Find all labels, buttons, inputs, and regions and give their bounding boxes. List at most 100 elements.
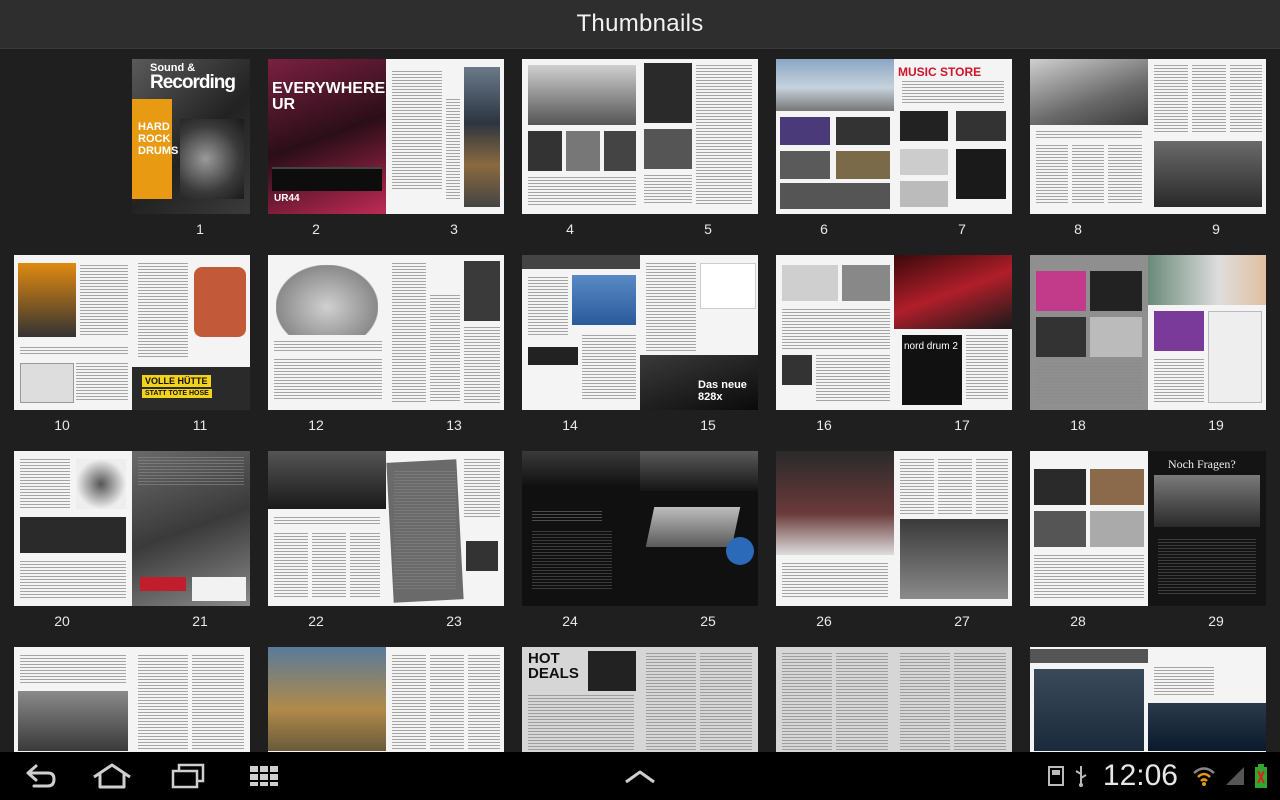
battery-charging-icon: [1255, 764, 1267, 788]
spread-17[interactable]: [268, 647, 504, 752]
page-number-11: 11: [192, 417, 208, 433]
page-number-29: 29: [1208, 613, 1224, 629]
page-number-14: 14: [562, 417, 578, 433]
back-icon: [26, 764, 56, 788]
spread-7[interactable]: 12 13: [268, 255, 504, 443]
recent-apps-button[interactable]: [160, 760, 216, 792]
spread-18[interactable]: HOT DEALS: [522, 647, 758, 752]
page-thumbnail-4[interactable]: [522, 59, 640, 214]
p6-store-name: MUSIC STORE: [898, 65, 982, 79]
spread-19[interactable]: [776, 647, 1012, 752]
page-number-9: 9: [1212, 221, 1220, 237]
page-number-28: 28: [1070, 613, 1086, 629]
page-number-12: 12: [308, 417, 324, 433]
spread-2[interactable]: EVERYWHERE UR UR44 2 3: [268, 59, 504, 247]
p34-heading: HOT DEALS: [528, 650, 579, 682]
page-thumbnail-11[interactable]: VOLLE HÜTTE STATT TOTE HOSE: [132, 255, 250, 410]
page-thumbnail-32[interactable]: [268, 647, 386, 752]
p17-model: nord drum 2: [904, 341, 958, 352]
thumbnail-grid[interactable]: Sound & Recording HARD ROCK DRUMS 1 EVER…: [0, 48, 1280, 752]
p2-headline: EVERYWHERE UR: [272, 80, 386, 113]
spread-8[interactable]: Das neue 828x 14 15: [522, 255, 758, 443]
signal-icon: [1226, 767, 1244, 785]
page-thumbnail-31[interactable]: [132, 647, 250, 752]
page-thumbnail-30[interactable]: [14, 647, 132, 752]
spread-4[interactable]: MUSIC STORE 6 7: [776, 59, 1012, 247]
page-thumbnail-15[interactable]: Das neue 828x: [640, 255, 758, 410]
spread-11[interactable]: 20 21: [14, 451, 250, 639]
spread-12[interactable]: 22 23: [268, 451, 504, 639]
spread-9[interactable]: nord drum 2 16 17: [776, 255, 1012, 443]
page-thumbnail-2[interactable]: EVERYWHERE UR UR44: [268, 59, 386, 214]
page-thumbnail-21[interactable]: [132, 451, 250, 606]
page-thumbnail-1[interactable]: Sound & Recording HARD ROCK DRUMS: [132, 59, 250, 214]
spread-15[interactable]: Noch Fragen? 28 29: [1030, 451, 1266, 639]
page-thumbnail-16[interactable]: [776, 255, 894, 410]
page-thumbnail-36[interactable]: [776, 647, 894, 752]
spread-3[interactable]: 4 5: [522, 59, 758, 247]
page-number-4: 4: [566, 221, 574, 237]
page-number-13: 13: [446, 417, 462, 433]
page-thumbnail-5[interactable]: [640, 59, 758, 214]
spread-16[interactable]: [14, 647, 250, 752]
cover-brand: Recording: [150, 72, 236, 93]
page-thumbnail-38[interactable]: [1030, 647, 1148, 752]
page-thumbnail-7[interactable]: MUSIC STORE: [894, 59, 1012, 214]
page-number-22: 22: [308, 613, 324, 629]
page-thumbnail-28[interactable]: [1030, 451, 1148, 606]
expand-up-button[interactable]: [612, 760, 668, 792]
page-thumbnail-26[interactable]: [776, 451, 894, 606]
page-thumbnail-27[interactable]: [894, 451, 1012, 606]
p29-heading: Noch Fragen?: [1168, 457, 1236, 471]
spread-13[interactable]: 24 25: [522, 451, 758, 639]
page-thumbnail-23[interactable]: [386, 451, 504, 606]
usb-icon: [1075, 766, 1087, 787]
status-area[interactable]: 12:06: [1047, 752, 1268, 800]
spread-20[interactable]: [1030, 647, 1266, 752]
spread-6[interactable]: VOLLE HÜTTE STATT TOTE HOSE 10 11: [14, 255, 250, 443]
spread-14[interactable]: 26 27: [776, 451, 1012, 639]
page-thumbnail-22[interactable]: [268, 451, 386, 606]
page-thumbnail-13[interactable]: [386, 255, 504, 410]
page-thumbnail-33[interactable]: [386, 647, 504, 752]
page-number-2: 2: [312, 221, 320, 237]
page-thumbnail-8[interactable]: [1030, 59, 1148, 214]
page-thumbnail-3[interactable]: [386, 59, 504, 214]
spread-1[interactable]: Sound & Recording HARD ROCK DRUMS 1: [14, 59, 250, 247]
p11-banner: VOLLE HÜTTE: [142, 375, 211, 387]
page-thumbnail-18[interactable]: [1030, 255, 1148, 410]
apps-grid-button[interactable]: [236, 760, 292, 792]
page-number-7: 7: [958, 221, 966, 237]
page-number-8: 8: [1074, 221, 1082, 237]
spread-10[interactable]: 18 19: [1030, 255, 1266, 443]
page-thumbnail-34[interactable]: HOT DEALS: [522, 647, 640, 752]
page-thumbnail-20[interactable]: [14, 451, 132, 606]
p15-headline: Das neue 828x: [698, 379, 747, 403]
page-number-23: 23: [446, 613, 462, 629]
recent-apps-icon: [171, 763, 205, 789]
page-number-17: 17: [954, 417, 970, 433]
page-thumbnail-39[interactable]: [1148, 647, 1266, 752]
title-bar: Thumbnails: [0, 0, 1280, 49]
home-button[interactable]: [84, 760, 140, 792]
page-thumbnail-10[interactable]: [14, 255, 132, 410]
clock: 12:06: [1102, 759, 1178, 792]
home-icon: [93, 763, 131, 789]
page-thumbnail-37[interactable]: [894, 647, 1012, 752]
page-thumbnail-19[interactable]: [1148, 255, 1266, 410]
page-thumbnail-12[interactable]: [268, 255, 386, 410]
apps-grid-icon: [250, 766, 278, 786]
page-thumbnail-14[interactable]: [522, 255, 640, 410]
page-thumbnail-24[interactable]: [522, 451, 640, 606]
page-number-21: 21: [192, 613, 208, 629]
page-thumbnail-9[interactable]: [1148, 59, 1266, 214]
spread-5[interactable]: 8 9: [1030, 59, 1266, 247]
page-thumbnail-6[interactable]: [776, 59, 894, 214]
page-thumbnail-17[interactable]: nord drum 2: [894, 255, 1012, 410]
page-thumbnail-29[interactable]: Noch Fragen?: [1148, 451, 1266, 606]
page-thumbnail-35[interactable]: [640, 647, 758, 752]
back-button[interactable]: [12, 760, 68, 792]
page-thumbnail-25[interactable]: [640, 451, 758, 606]
sd-card-icon: [1047, 766, 1064, 786]
page-number-25: 25: [700, 613, 716, 629]
